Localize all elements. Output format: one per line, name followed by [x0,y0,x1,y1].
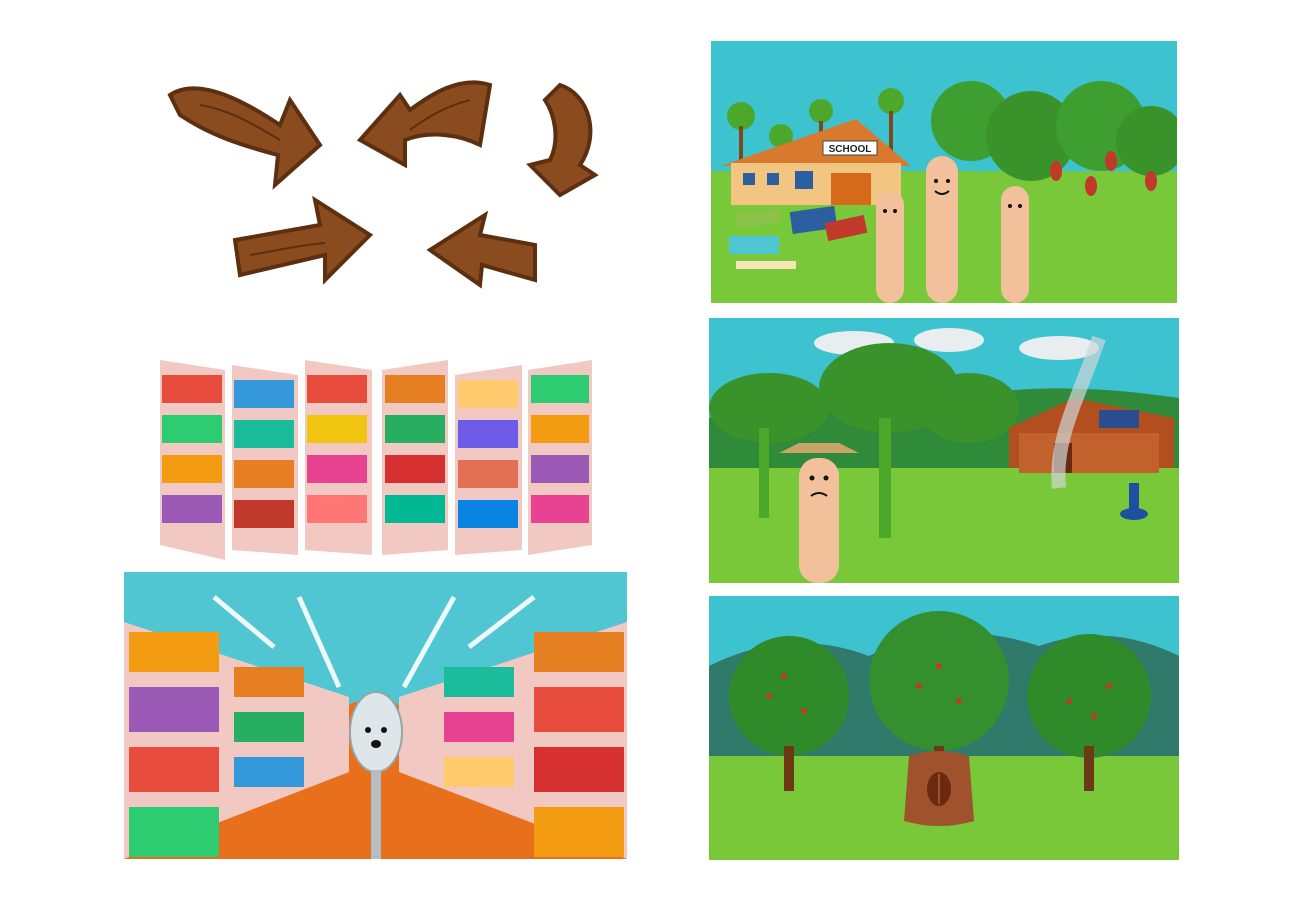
school-scene-illustration: SCHOOL [711,41,1177,303]
solar-panel-icon [1099,410,1139,428]
aisle-illustration [124,572,627,859]
wooden-arrow-icon [426,210,537,289]
coffee-plantation-illustration [709,596,1179,860]
shelf-unit [232,365,298,555]
wooden-arrow-icon [167,86,323,190]
finger-character-icon [876,191,904,303]
coffee-sack-icon [904,751,974,826]
wooden-arrow-icon [232,195,374,285]
school-sign: SCHOOL [829,144,872,155]
shelf-unit [160,360,225,560]
wooden-arrow-icon [526,82,599,198]
shelf-unit [305,360,372,555]
wooden-arrows-illustration [167,80,599,289]
wooden-arrows-panel [160,55,610,305]
school-scene-panel: SCHOOL [711,41,1177,303]
shelf-unit [382,360,448,555]
farm-scene-panel [709,318,1179,583]
shelf-unit [528,360,592,555]
finger-character-icon [926,156,958,303]
farm-scene-illustration [709,318,1179,583]
wooden-arrow-icon [356,80,493,169]
aisle-panel [124,572,627,859]
shelves-panel [150,345,600,565]
shelf-unit [455,365,522,555]
coffee-plantation-panel [709,596,1179,860]
finger-character-icon [1001,186,1029,303]
shelves-illustration [160,360,592,560]
